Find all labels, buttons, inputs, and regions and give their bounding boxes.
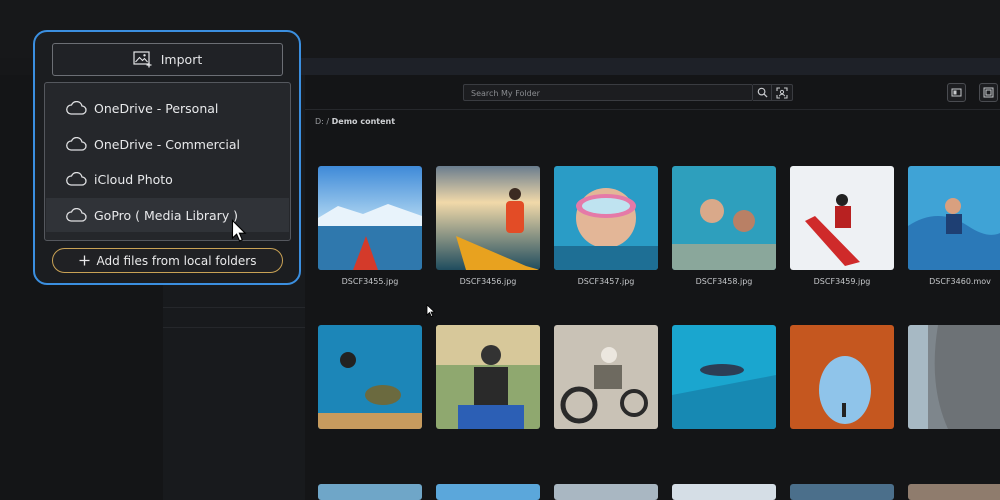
file-name: DSCF3457.jpg xyxy=(577,277,635,286)
thumbnail-image[interactable] xyxy=(554,166,658,270)
header-strip xyxy=(300,58,1000,75)
thumbnail-image[interactable] xyxy=(436,325,540,429)
thumbnail-image[interactable] xyxy=(554,325,658,429)
source-onedrive-personal[interactable]: OneDrive - Personal xyxy=(46,91,289,125)
panel-icon xyxy=(951,88,962,97)
search-icon xyxy=(757,87,768,98)
thumbnail-image[interactable] xyxy=(908,325,1000,429)
thumbnail-image[interactable] xyxy=(790,166,894,270)
cloud-icon xyxy=(65,208,87,222)
thumbnail-image[interactable] xyxy=(436,166,540,270)
source-icloud-photo[interactable]: iCloud Photo xyxy=(46,162,289,196)
source-label: OneDrive - Commercial xyxy=(94,136,240,152)
breadcrumb-root[interactable]: D: / xyxy=(315,117,329,126)
thumbnail-image[interactable] xyxy=(908,484,1000,500)
source-onedrive-commercial[interactable]: OneDrive - Commercial xyxy=(46,127,289,161)
content-area xyxy=(305,75,1000,500)
thumbnail-image[interactable] xyxy=(672,166,776,270)
thumbnail-image[interactable] xyxy=(672,484,776,500)
thumbnail-image[interactable] xyxy=(790,484,894,500)
thumbnail-image[interactable] xyxy=(436,484,540,500)
file-name: DSCF3459.jpg xyxy=(813,277,871,286)
thumbnail-video[interactable] xyxy=(908,166,1000,270)
source-gopro-media-library[interactable]: GoPro ( Media Library ) xyxy=(46,198,289,232)
import-label: Import xyxy=(160,52,203,67)
fullscreen-icon xyxy=(983,87,994,98)
thumbnail-image[interactable] xyxy=(318,484,422,500)
breadcrumb: D: / Demo content xyxy=(315,117,395,126)
plus-icon xyxy=(79,255,89,266)
thumbnail-image[interactable] xyxy=(318,166,422,270)
search-button[interactable] xyxy=(753,84,772,101)
add-files-label: Add files from local folders xyxy=(96,253,257,268)
cloud-icon xyxy=(65,137,87,151)
thumbnail-image[interactable] xyxy=(554,484,658,500)
thumbnail-image[interactable] xyxy=(790,325,894,429)
mouse-cursor-icon xyxy=(426,304,436,318)
face-scan-icon xyxy=(776,86,788,99)
add-files-button[interactable]: Add files from local folders xyxy=(52,248,283,273)
source-dropdown: OneDrive - Personal OneDrive - Commercia… xyxy=(44,82,291,241)
file-name: DSCF3455.jpg xyxy=(341,277,399,286)
search-input[interactable]: Search My Folder xyxy=(463,84,753,101)
thumbnail-image[interactable] xyxy=(318,325,422,429)
view-toggle-button[interactable] xyxy=(947,83,966,102)
file-name: DSCF3460.mov xyxy=(929,277,991,286)
cloud-icon xyxy=(65,101,87,115)
thumbnail-image[interactable] xyxy=(672,325,776,429)
file-name: DSCF3456.jpg xyxy=(459,277,517,286)
mouse-pointer-icon xyxy=(231,219,247,242)
face-scan-button[interactable] xyxy=(772,84,793,101)
file-name: DSCF3458.jpg xyxy=(695,277,753,286)
breadcrumb-current: Demo content xyxy=(331,117,396,126)
image-import-icon xyxy=(133,51,152,68)
cloud-icon xyxy=(65,172,87,186)
source-label: GoPro ( Media Library ) xyxy=(94,207,239,223)
import-button[interactable]: Import xyxy=(52,43,283,76)
source-label: OneDrive - Personal xyxy=(94,100,219,116)
fullscreen-button[interactable] xyxy=(979,83,998,102)
source-label: iCloud Photo xyxy=(94,171,173,187)
